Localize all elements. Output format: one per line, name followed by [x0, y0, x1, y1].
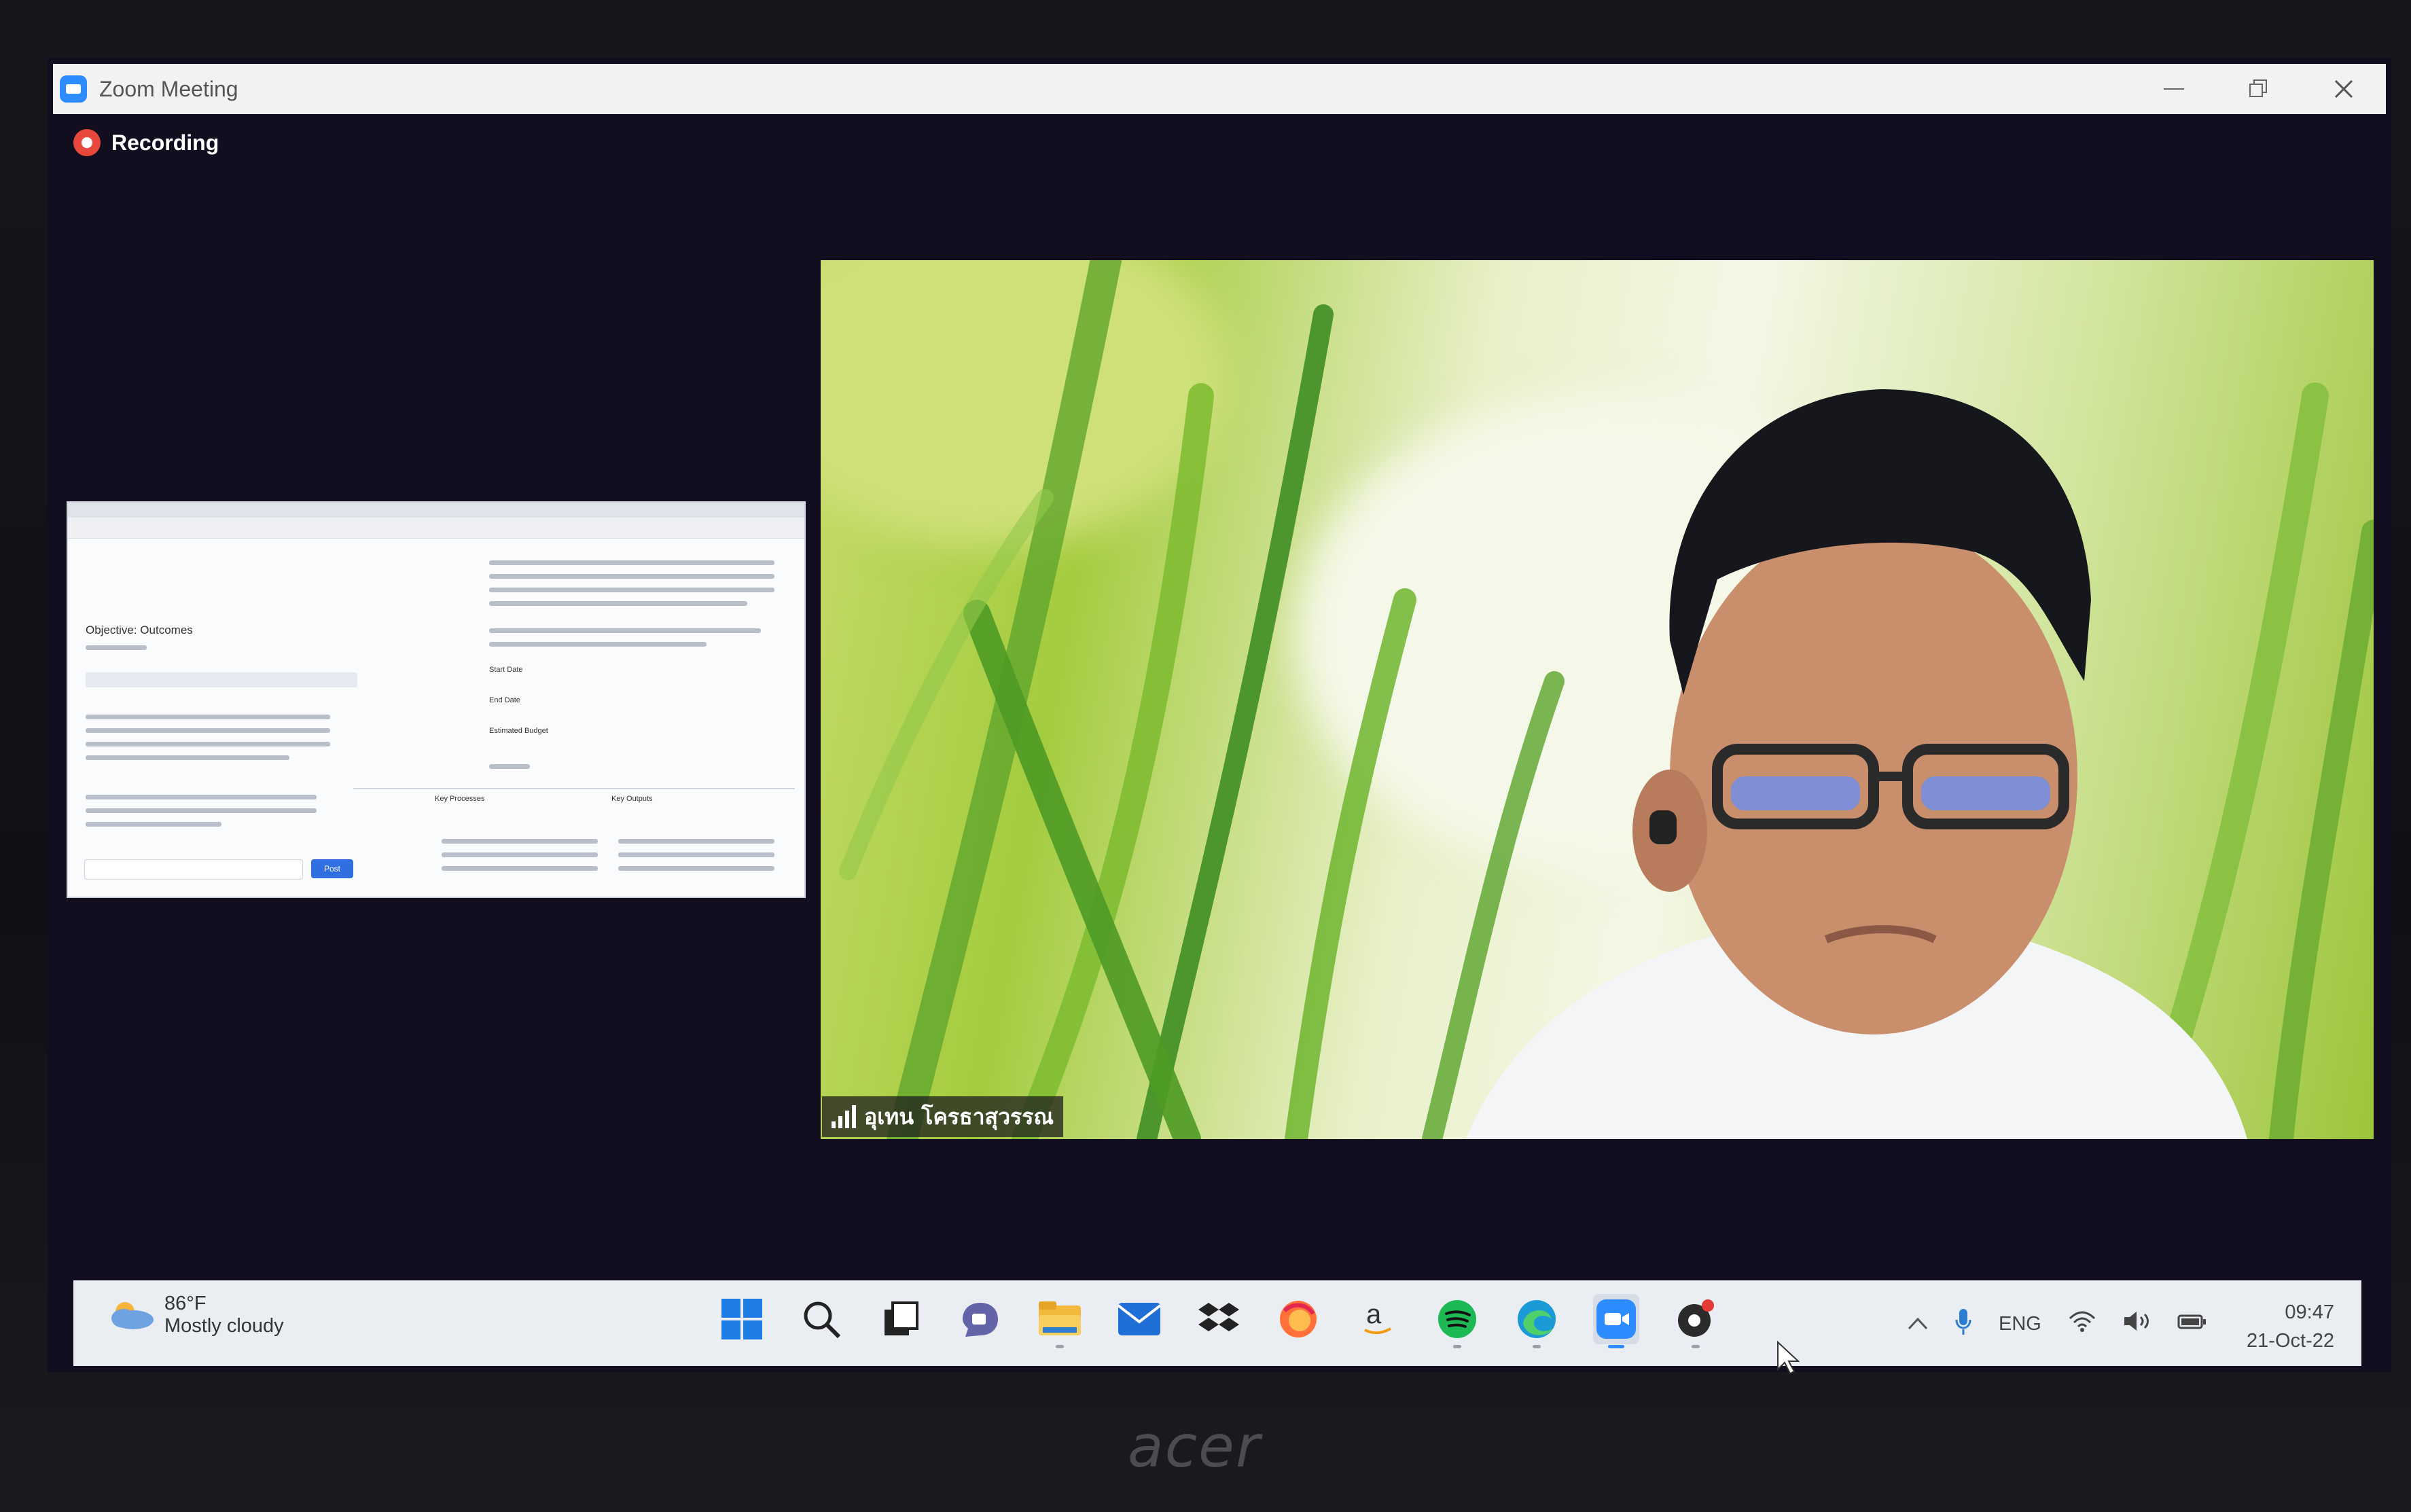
running-indicator — [1056, 1345, 1064, 1348]
estimated-budget-label: Estimated Budget — [489, 727, 548, 735]
laptop-brand-logo: acer — [1128, 1413, 1262, 1481]
text-line — [442, 852, 598, 857]
firefox-icon[interactable] — [1275, 1294, 1321, 1344]
text-line — [86, 755, 289, 760]
browser-tab-strip — [68, 503, 804, 518]
participant-name: อุเทน โครธาสุวรรณ — [864, 1103, 1054, 1130]
participant-name-tag: อุเทน โครธาสุวรรณ — [822, 1096, 1064, 1137]
file-explorer-icon[interactable] — [1037, 1294, 1083, 1348]
divider — [353, 788, 795, 789]
recording-icon — [73, 129, 101, 156]
close-button[interactable] — [2301, 64, 2386, 114]
shared-heading: Objective: Outcomes — [86, 624, 193, 636]
key-outputs-label: Key Outputs — [611, 795, 653, 803]
restore-button[interactable] — [2216, 64, 2301, 114]
weather-temperature: 86°F — [164, 1293, 207, 1314]
comment-input[interactable] — [84, 859, 303, 880]
responses-bar — [86, 672, 357, 687]
text-line — [86, 715, 330, 719]
text-line — [86, 645, 147, 650]
end-date-label: End Date — [489, 696, 520, 704]
shared-screen-thumbnail[interactable]: Objective: Outcomes Post Start Date End … — [67, 501, 806, 898]
volume-icon[interactable] — [2123, 1310, 2150, 1337]
windows-taskbar: 86°F Mostly cloudy a ENG 09:47 21-Oct-22 — [73, 1280, 2361, 1366]
text-line — [86, 795, 317, 799]
edge-icon[interactable] — [1514, 1294, 1560, 1348]
running-indicator — [1453, 1345, 1461, 1348]
cloudy-weather-icon — [106, 1299, 155, 1331]
text-line — [489, 588, 774, 592]
weather-widget[interactable]: 86°F Mostly cloudy — [106, 1293, 284, 1337]
text-line — [489, 628, 761, 633]
clock-date: 21-Oct-22 — [2247, 1330, 2334, 1352]
text-line — [86, 742, 330, 746]
text-line — [618, 839, 774, 844]
chevron-up-icon[interactable] — [1908, 1313, 1928, 1335]
obs-icon[interactable] — [1673, 1294, 1719, 1348]
text-line — [489, 560, 774, 565]
battery-icon[interactable] — [2177, 1312, 2207, 1336]
svg-text:a: a — [1366, 1299, 1382, 1329]
start-date-label: Start Date — [489, 666, 523, 674]
text-line — [86, 728, 330, 733]
participant-video[interactable] — [821, 260, 2374, 1139]
participant-figure-icon — [1466, 389, 2247, 1139]
system-tray: ENG — [1908, 1308, 2207, 1340]
wifi-icon[interactable] — [2069, 1310, 2096, 1337]
weather-description: Mostly cloudy — [164, 1315, 284, 1337]
close-icon — [2334, 79, 2353, 98]
zoom-logo-icon — [60, 75, 87, 103]
dropbox-icon[interactable] — [1196, 1294, 1242, 1344]
zoom-title-bar[interactable]: Zoom Meeting — [53, 64, 2386, 114]
post-button[interactable]: Post — [311, 859, 353, 878]
search-icon[interactable] — [798, 1294, 844, 1344]
spotify-icon[interactable] — [1434, 1294, 1480, 1348]
minimize-icon — [2163, 88, 2184, 90]
text-line — [489, 764, 530, 769]
text-line — [618, 866, 774, 871]
taskbar-apps: a — [719, 1294, 1719, 1348]
mouse-cursor-icon — [1776, 1340, 1800, 1378]
running-indicator — [1533, 1345, 1541, 1348]
text-line — [86, 808, 317, 813]
start-icon[interactable] — [719, 1294, 765, 1344]
text-line — [442, 839, 598, 844]
microphone-icon[interactable] — [1955, 1308, 1971, 1340]
key-processes-label: Key Processes — [435, 795, 485, 803]
signal-strength-icon — [832, 1105, 856, 1128]
restore-icon — [2249, 79, 2267, 97]
language-indicator[interactable]: ENG — [1999, 1313, 2041, 1335]
text-line — [489, 642, 707, 647]
text-line — [442, 866, 598, 871]
task-view-icon[interactable] — [878, 1294, 924, 1344]
text-line — [489, 601, 747, 606]
zoom-icon[interactable] — [1593, 1294, 1639, 1348]
amazon-icon[interactable]: a — [1355, 1294, 1401, 1344]
text-line — [618, 852, 774, 857]
window-title: Zoom Meeting — [99, 76, 238, 101]
clock-time: 09:47 — [2285, 1301, 2334, 1323]
recording-indicator[interactable]: Recording — [73, 129, 219, 156]
teams-chat-icon[interactable] — [957, 1294, 1003, 1344]
running-indicator — [1608, 1345, 1624, 1348]
taskbar-clock[interactable]: 09:47 21-Oct-22 — [2247, 1298, 2334, 1355]
recording-label: Recording — [111, 130, 219, 155]
running-indicator — [1692, 1345, 1700, 1348]
text-line — [86, 822, 221, 827]
browser-address-bar — [68, 518, 804, 539]
minimize-button[interactable] — [2131, 64, 2216, 114]
text-line — [489, 574, 774, 579]
mail-icon[interactable] — [1116, 1294, 1162, 1344]
